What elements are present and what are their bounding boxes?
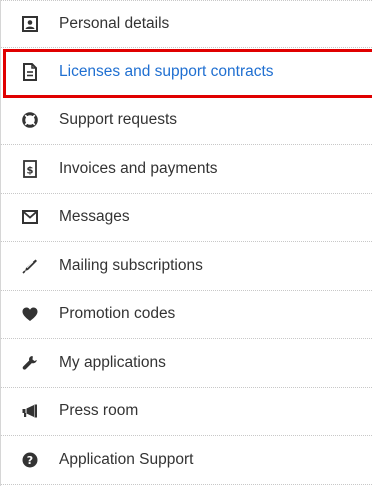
menu-item-personal-details[interactable]: Personal details [1, 0, 372, 48]
menu-item-invoices-and-payments[interactable]: $ Invoices and payments [1, 145, 372, 194]
menu-item-label: Personal details [59, 15, 170, 32]
menu-item-label: Press room [59, 402, 139, 420]
menu-item-press-room[interactable]: Press room [1, 388, 372, 436]
menu-item-label: Support requests [59, 111, 178, 129]
menu-item-mailing-subscriptions[interactable]: Mailing subscriptions [1, 242, 372, 291]
id-card-icon [21, 15, 39, 33]
document-icon [21, 62, 39, 81]
heart-icon [21, 305, 39, 323]
menu-item-label: Mailing subscriptions [59, 256, 203, 274]
menu-item-messages[interactable]: Messages [1, 194, 372, 242]
menu-item-label: Invoices and payments [59, 159, 218, 177]
invoice-dollar-icon: $ [21, 159, 39, 178]
menu-item-support-requests[interactable]: Support requests [1, 97, 372, 145]
menu-item-promotion-codes[interactable]: Promotion codes [1, 291, 372, 339]
account-menu: Personal details Licenses and support co… [0, 0, 372, 486]
menu-item-label: My applications [59, 353, 166, 371]
pen-icon [21, 257, 39, 275]
wrench-icon [21, 354, 39, 372]
menu-item-licenses-and-support-contracts[interactable]: Licenses and support contracts [1, 48, 372, 97]
menu-item-my-applications[interactable]: My applications [1, 339, 372, 388]
megaphone-icon [21, 402, 39, 420]
svg-text:?: ? [27, 454, 33, 467]
lifebuoy-icon [21, 111, 39, 129]
menu-item-label: Licenses and support contracts [59, 62, 274, 80]
menu-item-label: Application Support [59, 450, 194, 468]
menu-item-label: Messages [59, 208, 130, 226]
question-circle-icon: ? [21, 451, 39, 469]
menu-item-label: Promotion codes [59, 305, 176, 323]
envelope-icon [21, 208, 39, 226]
menu-item-application-support[interactable]: ? Application Support [1, 436, 372, 485]
svg-text:$: $ [27, 165, 34, 176]
